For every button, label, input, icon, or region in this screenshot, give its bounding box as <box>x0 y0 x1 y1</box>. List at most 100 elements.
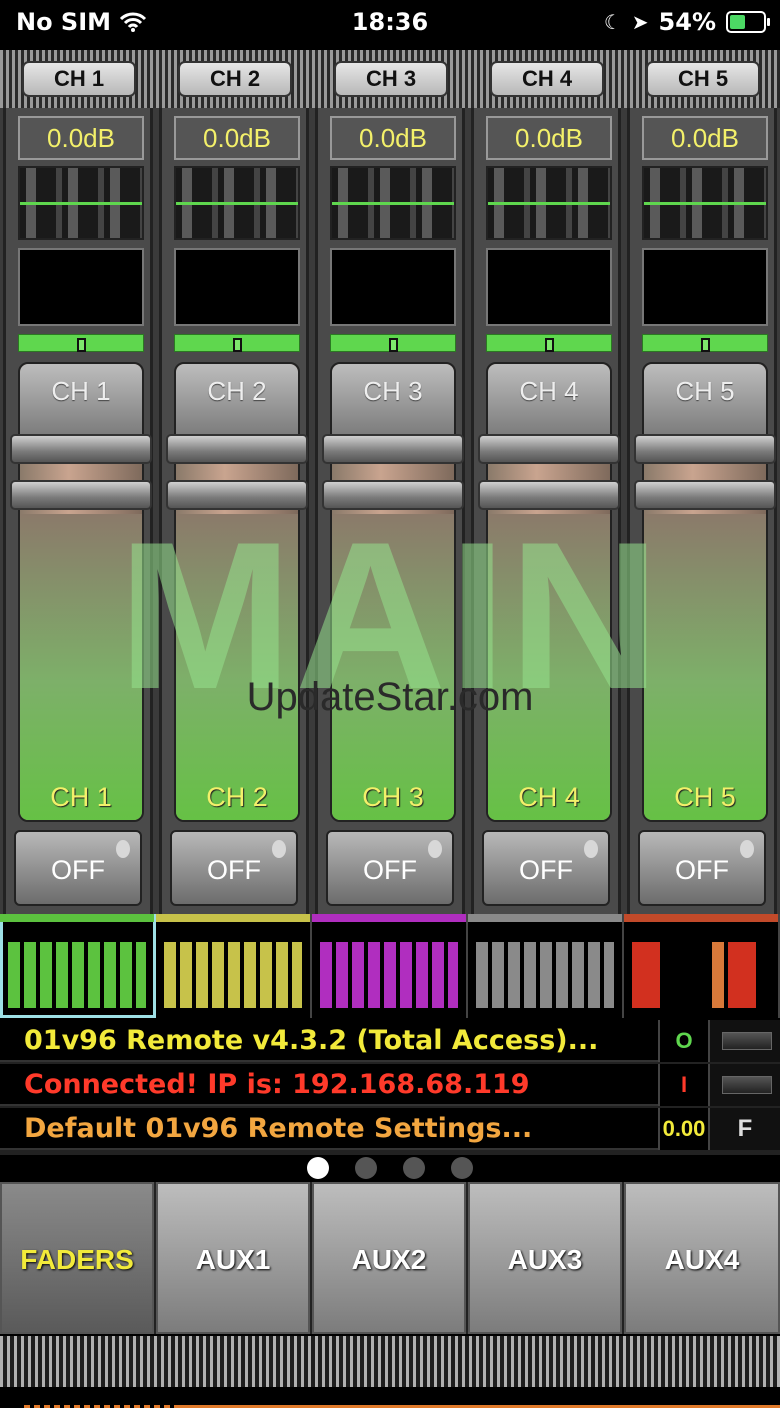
fader-bottom-label: CH 5 <box>674 782 736 812</box>
flag-button[interactable]: F <box>708 1108 780 1150</box>
fader-track[interactable] <box>330 362 456 822</box>
channel-tab-5[interactable]: CH 5 <box>646 61 760 97</box>
gain-readout: 0.0dB <box>486 116 612 160</box>
toggle-switch-2[interactable] <box>708 1064 780 1106</box>
tab-aux4[interactable]: AUX4 <box>624 1182 780 1334</box>
led-icon <box>116 840 130 858</box>
mute-label: OFF <box>363 855 417 885</box>
page-dot-3[interactable] <box>403 1157 425 1179</box>
fader-track[interactable] <box>18 362 144 822</box>
status-bar: No SIM 18:36 ☾ ➤ 54% <box>0 0 780 50</box>
indicator-i: I <box>658 1064 708 1106</box>
mute-button[interactable]: OFF <box>326 830 454 906</box>
channel-strip-1: 0.0dB CH 1 CH 1 OFF <box>3 108 780 1408</box>
fader-bottom-label: CH 3 <box>362 782 424 812</box>
pan-handle[interactable] <box>389 338 398 352</box>
eq-knob[interactable] <box>18 166 144 240</box>
fader-track[interactable] <box>174 362 300 822</box>
fader-cap-lower[interactable] <box>478 480 620 510</box>
bank-2[interactable] <box>156 914 312 1018</box>
bank-1[interactable] <box>0 914 156 1018</box>
fader-bottom-label: CH 4 <box>518 782 580 812</box>
fader-track[interactable] <box>486 362 612 822</box>
battery-fill <box>730 15 745 29</box>
battery-percent: 54% <box>658 8 716 36</box>
led-icon <box>584 840 598 858</box>
mute-button[interactable]: OFF <box>638 830 766 906</box>
page-dot-1[interactable] <box>307 1157 329 1179</box>
led-icon <box>740 840 754 858</box>
tab-aux3[interactable]: AUX3 <box>468 1182 622 1334</box>
mute-button[interactable]: OFF <box>482 830 610 906</box>
gain-readout: 0.0dB <box>642 116 768 160</box>
bank-5[interactable] <box>624 914 780 1018</box>
bank-overview <box>0 914 780 1018</box>
tab-faders[interactable]: FADERS <box>0 1182 154 1334</box>
fader-bottom-label: CH 1 <box>50 782 112 812</box>
level-meter <box>642 248 780 1408</box>
channel-strip-2: 0.0dB CH 2 CH 2 OFF <box>159 108 780 1408</box>
channel-tab-2[interactable]: CH 2 <box>178 61 292 97</box>
pan-slider[interactable] <box>486 334 612 352</box>
channel-tab-strip: CH 1 CH 2 CH 3 CH 4 CH 5 <box>0 50 780 108</box>
fader-cap-upper[interactable] <box>478 434 620 464</box>
channel-tab-4[interactable]: CH 4 <box>490 61 604 97</box>
level-meter <box>486 248 780 1408</box>
gain-readout: 0.0dB <box>18 116 144 160</box>
channel-tab-1[interactable]: CH 1 <box>22 61 136 97</box>
page-dot-4[interactable] <box>451 1157 473 1179</box>
bottom-decor-strip <box>0 1336 780 1387</box>
pan-slider[interactable] <box>642 334 768 352</box>
moon-icon: ☾ <box>603 10 622 34</box>
mute-label: OFF <box>519 855 573 885</box>
page-indicator <box>0 1155 780 1181</box>
fader-track[interactable] <box>642 362 768 822</box>
eq-knob[interactable] <box>486 166 612 240</box>
pan-handle[interactable] <box>701 338 710 352</box>
pan-handle[interactable] <box>545 338 554 352</box>
fader-cap-upper[interactable] <box>166 434 308 464</box>
tab-aux1[interactable]: AUX1 <box>156 1182 310 1334</box>
page-dot-2[interactable] <box>355 1157 377 1179</box>
mute-label: OFF <box>675 855 729 885</box>
indicator-o: O <box>658 1020 708 1062</box>
info-line-settings: Default 01v96 Remote Settings... <box>0 1108 658 1150</box>
eq-knob[interactable] <box>174 166 300 240</box>
fader-cap-upper[interactable] <box>10 434 152 464</box>
mute-button[interactable]: OFF <box>170 830 298 906</box>
bank-4[interactable] <box>468 914 624 1018</box>
channel-tab-3[interactable]: CH 3 <box>334 61 448 97</box>
fader-cap-upper[interactable] <box>322 434 464 464</box>
tab-aux2[interactable]: AUX2 <box>312 1182 466 1334</box>
pan-handle[interactable] <box>77 338 86 352</box>
pan-slider[interactable] <box>174 334 300 352</box>
led-icon <box>272 840 286 858</box>
led-icon <box>428 840 442 858</box>
fader-cap-lower[interactable] <box>634 480 776 510</box>
pan-handle[interactable] <box>233 338 242 352</box>
pan-slider[interactable] <box>18 334 144 352</box>
eq-knob[interactable] <box>330 166 456 240</box>
channel-strip-4: 0.0dB CH 4 CH 4 OFF <box>471 108 780 1408</box>
info-line-version: 01v96 Remote v4.3.2 (Total Access)... <box>0 1020 658 1062</box>
channel-strip-5: 0.0dB CH 5 CH 5 OFF <box>627 108 780 1408</box>
toggle-switch-1[interactable] <box>708 1020 780 1062</box>
pan-slider[interactable] <box>330 334 456 352</box>
battery-icon <box>726 11 770 33</box>
bank-3[interactable] <box>312 914 468 1018</box>
fader-cap-lower[interactable] <box>322 480 464 510</box>
fader-cap-lower[interactable] <box>10 480 152 510</box>
fader-cap-upper[interactable] <box>634 434 776 464</box>
mute-label: OFF <box>207 855 261 885</box>
fader-cap-lower[interactable] <box>166 480 308 510</box>
fader-bottom-label: CH 2 <box>206 782 268 812</box>
gain-readout: 0.0dB <box>330 116 456 160</box>
mute-button[interactable]: OFF <box>14 830 142 906</box>
location-icon: ➤ <box>631 10 649 34</box>
eq-knob[interactable] <box>642 166 768 240</box>
mixer-console: 0.0dB CH 1 CH 1 OFF 0.0dB CH 2 CH 2 OFF … <box>0 108 780 1408</box>
level-meter <box>330 248 780 1408</box>
level-meter <box>18 248 780 1408</box>
bottom-tab-bar: FADERS AUX1 AUX2 AUX3 AUX4 <box>0 1182 780 1334</box>
info-panel: 01v96 Remote v4.3.2 (Total Access)... O … <box>0 1020 780 1155</box>
